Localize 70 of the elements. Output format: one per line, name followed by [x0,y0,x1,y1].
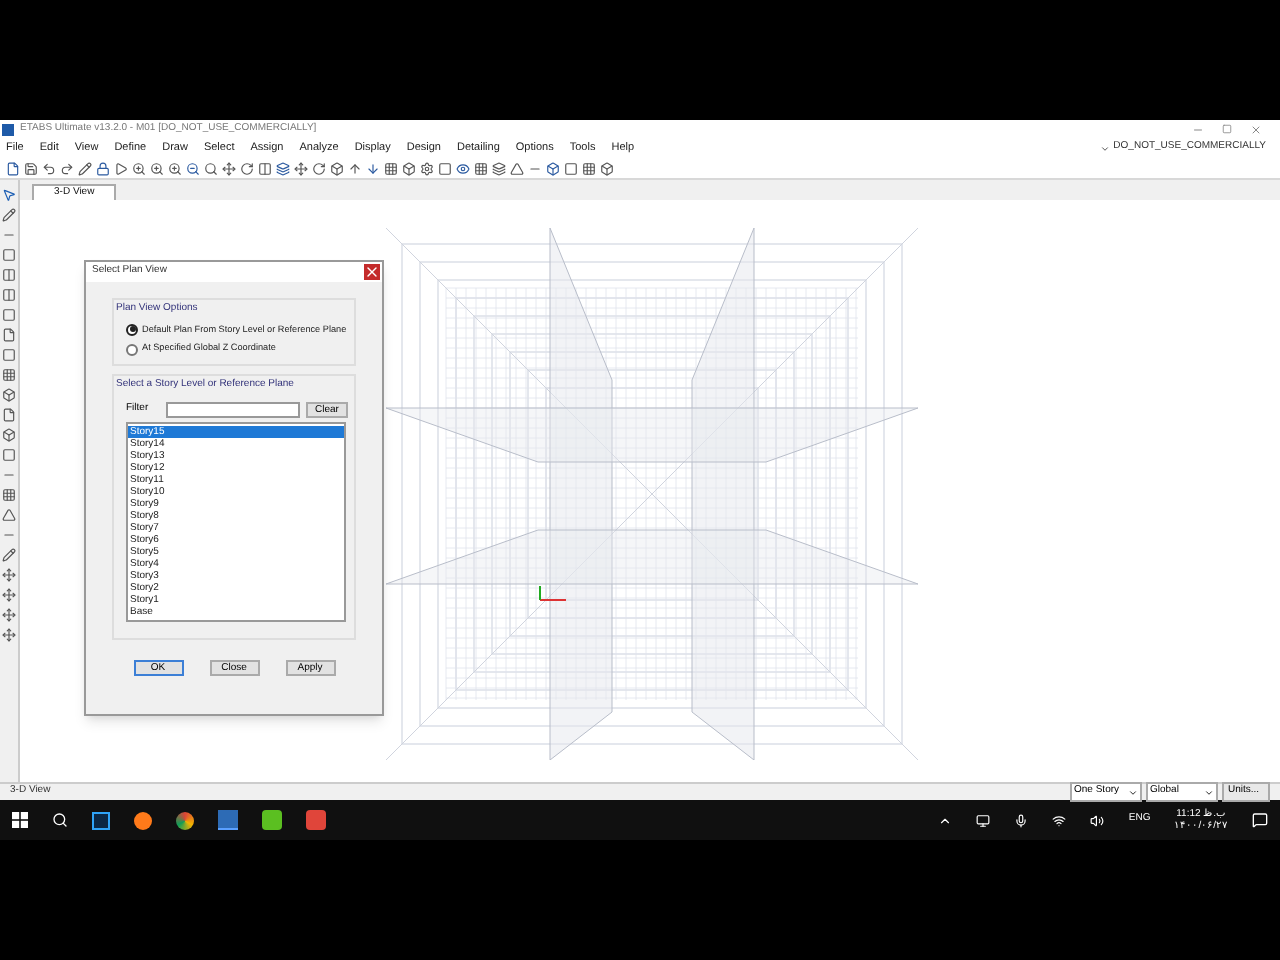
tool-icon[interactable] [2,308,16,322]
notifications-icon[interactable] [1252,812,1268,828]
toolbar-icon[interactable] [96,161,110,175]
toolbar-icon[interactable] [366,161,380,175]
toolbar-icon[interactable] [438,161,452,175]
toolbar-icon[interactable] [42,161,56,175]
tool-icon[interactable] [2,568,16,582]
tool-icon[interactable] [2,388,16,402]
toolbar-icon[interactable] [564,161,578,175]
caret-icon [1204,787,1214,797]
tool-icon[interactable] [2,188,16,202]
toolbar-icon[interactable] [168,161,182,175]
tool-icon[interactable] [2,288,16,302]
toolbar-icon[interactable] [600,161,614,175]
tool-icon[interactable] [2,488,16,502]
tool-icon[interactable] [2,328,16,342]
app-icon[interactable] [306,810,326,830]
toolbar-icon[interactable] [258,161,272,175]
toolbar-icon[interactable] [492,161,506,175]
toolbar-icon[interactable] [456,161,470,175]
toolbar-icon[interactable] [402,161,416,175]
tool-icon[interactable] [2,348,16,362]
toolbar-icon[interactable] [222,161,236,175]
windows-logo-icon[interactable] [12,812,28,828]
toolbar-icon[interactable] [24,161,38,175]
radio-button[interactable] [126,323,138,336]
toolbar-icon[interactable] [420,161,434,175]
caret-icon [1099,143,1110,153]
toolbar-icon[interactable] [330,161,344,175]
app-icon [2,123,14,135]
radio-button[interactable] [126,343,138,356]
app-icon[interactable] [92,811,110,829]
app-icon[interactable] [262,810,282,830]
toolbar-icon[interactable] [546,161,560,175]
toolbar-icon[interactable] [150,161,164,175]
toolbar-icon[interactable] [186,161,200,175]
toolbar-icon[interactable] [474,161,488,175]
tool-icon[interactable] [2,408,16,422]
toolbar-icon[interactable] [582,161,596,175]
toolbar-icon[interactable] [6,161,20,175]
toolbar-icon[interactable] [204,161,218,175]
network-icon[interactable] [1052,813,1067,827]
caret-icon [1128,787,1138,797]
toolbar-icon[interactable] [312,161,326,175]
toolbar-icon[interactable] [348,161,362,175]
chevron-icon[interactable] [938,813,953,827]
display-icon[interactable] [976,813,991,827]
tool-icon[interactable] [2,268,16,282]
toolbar-icon[interactable] [384,161,398,175]
toolbar-icon[interactable] [114,161,128,175]
volume-icon[interactable] [1090,813,1105,827]
toolbar-icon[interactable] [294,161,308,175]
toolbar-icon[interactable] [276,161,290,175]
toolbar-icon[interactable] [132,161,146,175]
tool-icon[interactable] [2,628,16,642]
browser-icon[interactable] [134,811,152,829]
tool-icon[interactable] [2,548,16,562]
filter-field[interactable] [166,401,300,418]
toolbar-icon[interactable] [240,161,254,175]
tool-icon[interactable] [2,208,16,222]
tool-icon[interactable] [2,368,16,382]
close-icon[interactable] [1250,123,1262,135]
toolbar-icon[interactable] [60,161,74,175]
tool-icon[interactable] [2,588,16,602]
toolbar-icon[interactable] [78,161,92,175]
tool-icon[interactable] [2,608,16,622]
browser-icon[interactable] [176,811,194,829]
tool-icon[interactable] [2,428,16,442]
microphone-icon[interactable] [1014,813,1029,827]
search-icon[interactable] [52,812,68,828]
